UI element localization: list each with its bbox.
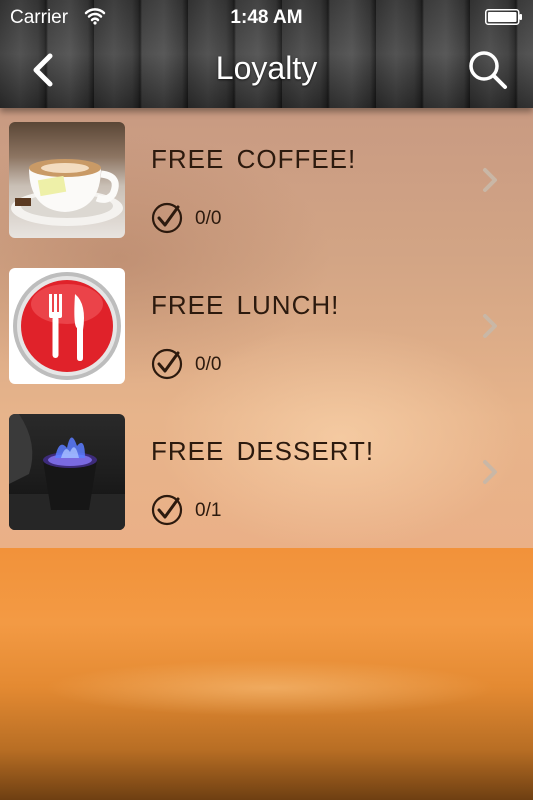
- reward-title: FREE COFFEE!: [151, 144, 357, 174]
- reward-progress-count: 0/1: [195, 500, 222, 521]
- search-icon: [469, 51, 507, 89]
- chevron-right-icon: [483, 314, 497, 338]
- checkmark-circle-icon: [151, 348, 183, 380]
- reward-title: FREE DESSERT!: [151, 436, 375, 466]
- status-time: 1:48 AM: [230, 7, 303, 28]
- reward-row-dessert[interactable]: FREE DESSERT! 0/1: [0, 400, 533, 546]
- chevron-right-icon: [483, 168, 497, 192]
- search-button[interactable]: [466, 48, 510, 92]
- lunch-thumbnail: [9, 268, 125, 384]
- reward-progress-count: 0/0: [195, 354, 222, 375]
- page-title: Loyalty: [215, 50, 318, 86]
- status-bar: Carrier 1:48 AM: [0, 0, 533, 34]
- rewards-list: FREE COFFEE! 0/0 FREE LUNCH! 0/0 FREE DE…: [0, 108, 533, 546]
- chevron-right-icon: [483, 460, 497, 484]
- reward-progress-count: 0/0: [195, 208, 222, 229]
- dessert-thumbnail: [9, 414, 125, 530]
- checkmark-circle-icon: [151, 494, 183, 526]
- flaming-dessert-image: [9, 414, 125, 530]
- battery-icon: [485, 9, 522, 25]
- reward-row-coffee[interactable]: FREE COFFEE! 0/0: [0, 108, 533, 254]
- reward-title: FREE LUNCH!: [151, 290, 340, 320]
- fork-knife-icon: [13, 272, 121, 380]
- background-bottom: [0, 548, 533, 800]
- coffee-cup-image: [11, 159, 123, 226]
- reward-row-lunch[interactable]: FREE LUNCH! 0/0: [0, 254, 533, 400]
- checkmark-circle-icon: [151, 202, 183, 234]
- coffee-thumbnail: [9, 122, 125, 238]
